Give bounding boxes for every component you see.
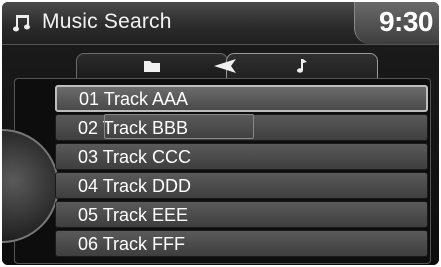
tab-folder[interactable] bbox=[76, 53, 228, 78]
track-label: 03 Track CCC bbox=[78, 147, 192, 167]
music-search-screen: Music Search 9:30 01 Track AAA 02 Track … bbox=[2, 2, 439, 265]
music-note-icon bbox=[297, 59, 307, 73]
track-row-05[interactable]: 05 Track EEE bbox=[55, 201, 428, 228]
track-label: 01 Track AAA bbox=[79, 89, 189, 109]
clock: 9:30 bbox=[378, 6, 434, 37]
tab-music[interactable] bbox=[226, 53, 378, 78]
music-note-icon bbox=[13, 15, 30, 32]
track-label: 05 Track EEE bbox=[78, 205, 189, 225]
track-row-06[interactable]: 06 Track FFF bbox=[55, 230, 428, 257]
page-title: Music Search bbox=[42, 10, 172, 33]
track-row-04[interactable]: 04 Track DDD bbox=[55, 172, 428, 199]
main-panel: 01 Track AAA 02 Track BBB 03 Track CCC 0… bbox=[2, 45, 439, 265]
header-bar: Music Search 9:30 bbox=[2, 2, 439, 45]
track-row-02[interactable]: 02 Track BBB bbox=[55, 114, 428, 141]
track-label: 06 Track FFF bbox=[78, 234, 186, 254]
track-row-01[interactable]: 01 Track AAA bbox=[55, 85, 428, 112]
clock-box: 9:30 bbox=[354, 2, 439, 44]
folder-icon bbox=[144, 61, 160, 72]
focus-outline bbox=[104, 114, 254, 139]
track-label: 04 Track DDD bbox=[78, 176, 192, 196]
track-list: 01 Track AAA 02 Track BBB 03 Track CCC 0… bbox=[2, 78, 431, 264]
selector-knob bbox=[2, 129, 59, 243]
tab-bar bbox=[16, 53, 424, 79]
track-row-03[interactable]: 03 Track CCC bbox=[55, 143, 428, 170]
back-arrow-icon[interactable] bbox=[212, 58, 238, 74]
